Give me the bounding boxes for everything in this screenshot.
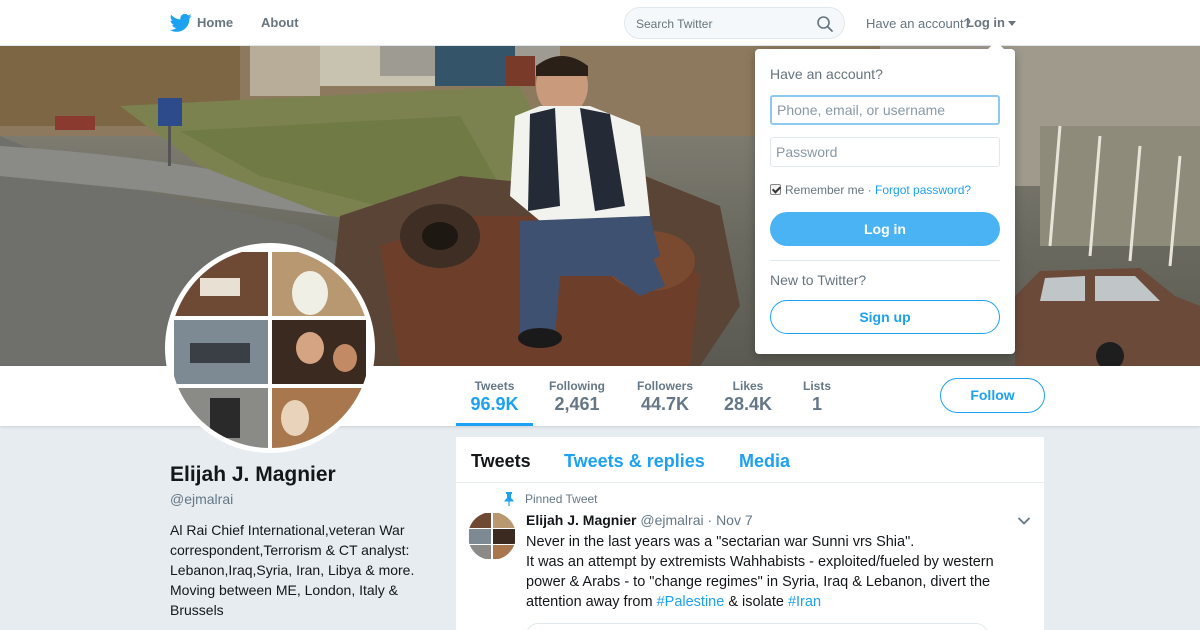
tweet-text-line1: Never in the last years was a "sectarian… [526, 534, 915, 550]
stat-value: 96.9K [470, 394, 519, 414]
stat-likes[interactable]: Likes 28.4K [718, 366, 778, 426]
tweet-text: Never in the last years was a "sectarian… [526, 532, 1034, 612]
stat-value: 28.4K [723, 394, 773, 414]
hashtag-link[interactable]: #Palestine [657, 594, 725, 610]
tweet-header: Elijah J. Magnier @ejmalrai · Nov 7 [526, 512, 753, 528]
username-input[interactable] [770, 95, 1000, 125]
tweet-author-handle[interactable]: @ejmalrai [640, 512, 703, 528]
stat-label: Tweets [474, 379, 515, 393]
pinned-tweet-label: Pinned Tweet [525, 492, 598, 506]
chevron-down-icon[interactable] [1008, 21, 1016, 26]
stat-value: 44.7K [640, 394, 690, 414]
pinned-tweet[interactable]: Pinned Tweet Elijah J. Magnier @ejmalrai… [456, 484, 1044, 630]
divider [770, 260, 1000, 261]
search-icon[interactable] [816, 15, 834, 33]
dropdown-caret [988, 41, 1004, 49]
chevron-down-icon[interactable] [1017, 516, 1031, 526]
twitter-bird-icon[interactable] [170, 13, 192, 33]
stat-value: 2,461 [554, 394, 600, 414]
stat-following[interactable]: Following 2,461 [543, 366, 611, 426]
top-navigation-bar: Home About Have an account? Log in [0, 0, 1200, 46]
stat-followers[interactable]: Followers 44.7K [630, 366, 700, 426]
hashtag-link[interactable]: #Iran [788, 594, 821, 610]
login-button[interactable]: Log in [770, 212, 1000, 246]
tab-tweets[interactable]: Tweets [471, 451, 531, 472]
search-box [624, 7, 845, 39]
timeline: Tweets Tweets & replies Media Pinned Twe… [456, 437, 1044, 630]
stat-label: Likes [732, 379, 764, 393]
stat-tweets[interactable]: Tweets 96.9K [456, 366, 533, 426]
stat-label: Lists [802, 379, 831, 393]
tab-tweets-and-replies[interactable]: Tweets & replies [564, 451, 705, 472]
stat-label: Following [549, 379, 605, 393]
tab-media[interactable]: Media [739, 451, 790, 472]
tweet-media-card[interactable] [526, 623, 988, 630]
forgot-password-link[interactable]: Forgot password? [875, 183, 971, 197]
pin-icon [504, 492, 514, 506]
avatar[interactable] [165, 243, 375, 453]
avatar-collage [170, 248, 370, 448]
stat-label: Followers [636, 379, 693, 393]
timeline-tabs: Tweets Tweets & replies Media [456, 437, 1044, 483]
tweet-text-mid: & isolate [724, 594, 788, 610]
stat-lists[interactable]: Lists 1 [796, 366, 838, 426]
profile-name[interactable]: Elijah J. Magnier [170, 463, 336, 487]
tweet-author-name[interactable]: Elijah J. Magnier [526, 512, 636, 528]
tweet-date[interactable]: Nov 7 [716, 512, 753, 528]
profile-bio: Al Rai Chief International,veteran War c… [170, 522, 415, 618]
login-dropdown: Have an account? Remember me · Forgot pa… [755, 41, 1015, 354]
search-input[interactable] [636, 15, 816, 33]
signup-button[interactable]: Sign up [770, 300, 1000, 334]
password-input[interactable] [770, 137, 1000, 167]
remember-me-label[interactable]: Remember me [785, 183, 864, 197]
have-account-label: Have an account? [866, 16, 971, 31]
tweet-avatar[interactable] [468, 512, 516, 560]
remember-separator: · [864, 183, 876, 197]
tweet-separator: · [707, 512, 713, 528]
follow-button[interactable]: Follow [940, 378, 1045, 413]
nav-about-link[interactable]: About [261, 15, 299, 30]
login-dropdown-toggle[interactable]: Log in [966, 15, 1005, 30]
login-dropdown-title: Have an account? [770, 66, 883, 82]
nav-home-link[interactable]: Home [197, 15, 233, 30]
remember-me-row: Remember me · Forgot password? [770, 183, 971, 197]
remember-me-checkbox[interactable] [770, 184, 781, 195]
profile-handle[interactable]: @ejmalrai [170, 491, 233, 507]
new-to-twitter-label: New to Twitter? [770, 272, 867, 288]
stat-value: 1 [811, 394, 822, 414]
